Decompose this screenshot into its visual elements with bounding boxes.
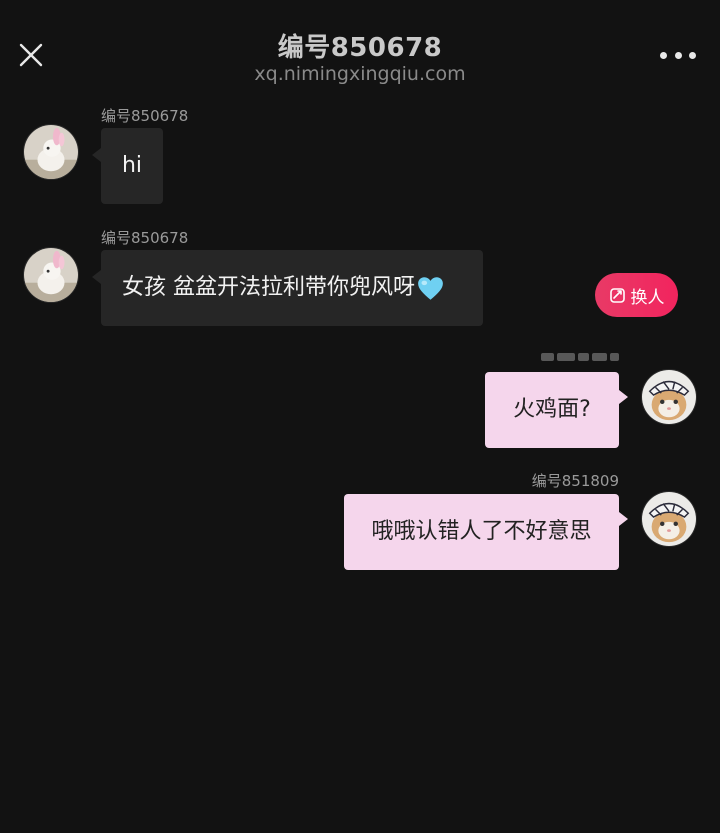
sender-name: 编号851809 [531,472,619,490]
message-text: hi [121,152,143,178]
switch-person-icon [609,288,625,303]
light-blue-heart-icon [418,276,443,300]
message-text: 火鸡面? [513,396,591,422]
sender-avatar-rabbit[interactable] [23,124,79,180]
message-bubble-incoming[interactable]: hi [92,128,163,204]
message-text: 女孩 盆盆开法拉利带你兜风呀 [122,274,415,300]
more-dots-icon [660,51,667,59]
chat-subtitle: xq.nimingxingqiu.com [254,63,466,85]
sender-name: 编号850678 [101,229,189,247]
blurred-sender-name [541,352,619,362]
message-bubble-outgoing[interactable]: 哦哦认错人了不好意思 [344,494,628,570]
chat-screen: 编号850678 xq.nimingxingqiu.com 编号850678 h… [0,0,720,833]
rabbit-avatar-icon [24,248,78,302]
chat-title: 编号850678 [277,33,443,63]
my-avatar-cat[interactable] [641,369,697,425]
cat-avatar-icon [642,370,696,424]
message-bubble-incoming[interactable]: 女孩 盆盆开法拉利带你兜风呀 [92,250,483,326]
message-text: 哦哦认错人了不好意思 [371,518,592,544]
cat-avatar-icon [642,492,696,546]
more-options-button[interactable] [660,44,696,66]
switch-person-button[interactable]: 换人 [595,273,678,317]
rabbit-avatar-icon [24,125,78,179]
my-avatar-cat[interactable] [641,491,697,547]
switch-person-label: 换人 [630,287,665,308]
sender-name: 编号850678 [101,107,189,125]
sender-avatar-rabbit[interactable] [23,247,79,303]
message-bubble-outgoing[interactable]: 火鸡面? [485,372,628,448]
